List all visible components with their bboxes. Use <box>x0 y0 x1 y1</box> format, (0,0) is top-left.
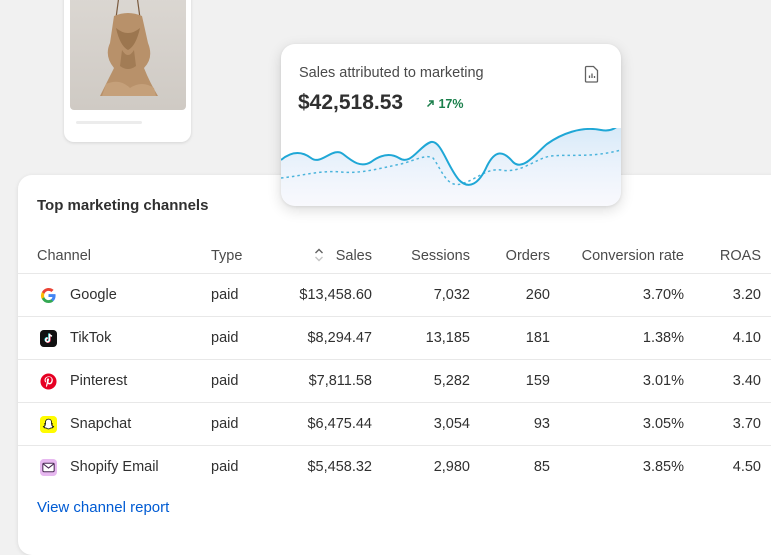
table-row[interactable]: Google paid $13,458.60 7,032 260 3.70% 3… <box>18 273 771 317</box>
product-image <box>70 0 186 110</box>
channel-conversion-rate: 3.05% <box>642 416 684 432</box>
snapchat-icon <box>40 416 57 433</box>
channel-sessions: 13,185 <box>425 330 470 346</box>
channel-sales: $13,458.60 <box>299 287 372 303</box>
channel-orders: 181 <box>525 330 550 346</box>
header-orders[interactable]: Orders <box>506 248 550 264</box>
channel-conversion-rate: 3.70% <box>642 287 684 303</box>
sales-card-value: $42,518.53 <box>298 91 404 114</box>
header-roas[interactable]: ROAS <box>720 248 761 264</box>
table-row[interactable]: Pinterest paid $7,811.58 5,282 159 3.01%… <box>18 359 771 403</box>
channel-conversion-rate: 1.38% <box>642 330 684 346</box>
sales-card-change: 17% <box>426 97 464 111</box>
channel-roas: 3.40 <box>732 373 761 389</box>
channel-conversion-rate: 3.85% <box>642 459 684 475</box>
marketing-channels-card: Top marketing channels Channel Type Sale… <box>18 175 771 555</box>
header-sales[interactable]: Sales <box>336 248 372 264</box>
channel-name: Pinterest <box>70 373 128 389</box>
table-row[interactable]: Shopify Email paid $5,458.32 2,980 85 3.… <box>18 445 771 489</box>
header-sessions[interactable]: Sessions <box>411 248 470 264</box>
channel-sales: $6,475.44 <box>307 416 372 432</box>
channel-roas: 4.50 <box>732 459 761 475</box>
channel-conversion-rate: 3.01% <box>642 373 684 389</box>
product-caption-placeholder <box>76 121 142 124</box>
channel-type: paid <box>211 416 239 432</box>
channel-type: paid <box>211 459 239 475</box>
table-header: Channel Type Sales Sessions Orders Conve… <box>18 245 771 273</box>
channel-sessions: 7,032 <box>433 287 470 303</box>
table-row[interactable]: Snapchat paid $6,475.44 3,054 93 3.05% 3… <box>18 402 771 446</box>
channel-roas: 4.10 <box>732 330 761 346</box>
channel-sessions: 2,980 <box>433 459 470 475</box>
channel-sales: $8,294.47 <box>307 330 372 346</box>
channel-orders: 85 <box>533 459 550 475</box>
channel-name: Shopify Email <box>70 459 159 475</box>
sales-sparkline <box>281 128 621 206</box>
sort-icon[interactable] <box>314 247 324 263</box>
report-icon[interactable] <box>584 65 600 83</box>
channel-sessions: 5,282 <box>433 373 470 389</box>
table-title: Top marketing channels <box>37 197 209 214</box>
shopify-email-icon <box>40 459 57 476</box>
channel-orders: 260 <box>525 287 550 303</box>
product-card <box>64 0 191 142</box>
channel-roas: 3.70 <box>732 416 761 432</box>
arrow-up-right-icon <box>426 100 434 108</box>
channel-name: Snapchat <box>70 416 132 432</box>
channel-type: paid <box>211 373 239 389</box>
channel-sales: $7,811.58 <box>308 373 372 389</box>
channel-sales: $5,458.32 <box>307 459 372 475</box>
sales-card-title: Sales attributed to marketing <box>299 65 484 81</box>
pinterest-icon <box>40 373 57 390</box>
channel-type: paid <box>211 330 239 346</box>
sales-card-change-value: 17% <box>438 97 464 111</box>
dress-image <box>100 0 158 96</box>
google-icon <box>40 287 56 304</box>
channel-sessions: 3,054 <box>433 416 470 432</box>
tiktok-icon <box>40 330 57 347</box>
channel-orders: 93 <box>533 416 550 432</box>
header-conversion-rate[interactable]: Conversion rate <box>582 248 684 264</box>
header-channel[interactable]: Channel <box>37 248 91 264</box>
header-type[interactable]: Type <box>211 248 242 264</box>
channel-type: paid <box>211 287 239 303</box>
view-channel-report-link[interactable]: View channel report <box>37 499 169 516</box>
channel-name: TikTok <box>70 330 112 346</box>
channel-orders: 159 <box>525 373 550 389</box>
channel-name: Google <box>70 287 117 303</box>
sales-attributed-card: Sales attributed to marketing $42,518.53… <box>281 44 621 206</box>
table-row[interactable]: TikTok paid $8,294.47 13,185 181 1.38% 4… <box>18 316 771 360</box>
channel-roas: 3.20 <box>732 287 761 303</box>
